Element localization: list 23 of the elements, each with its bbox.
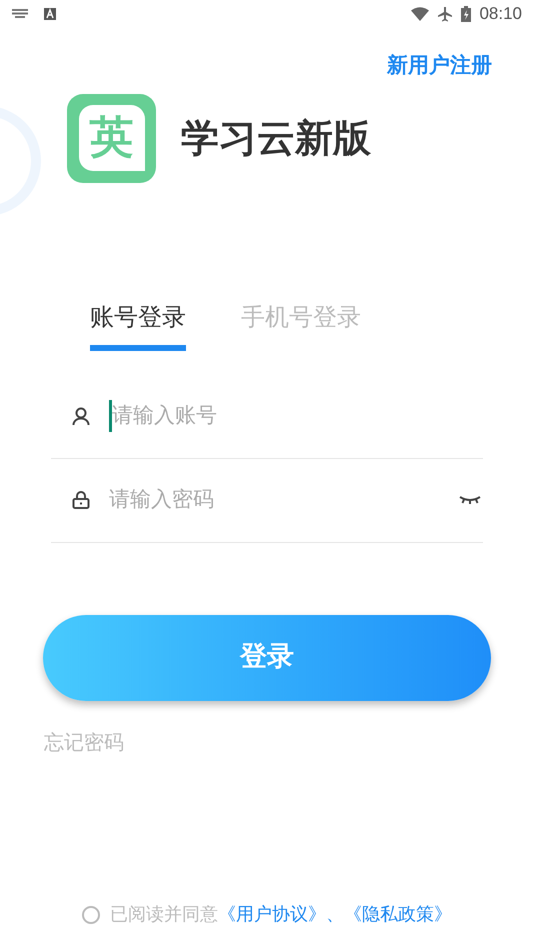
battery-icon <box>461 6 472 22</box>
clock-time: 08:10 <box>479 3 522 26</box>
eye-closed-icon[interactable] <box>459 495 481 505</box>
logo-character: 英 <box>90 116 134 160</box>
lock-icon <box>71 490 91 510</box>
text-app-icon <box>44 8 56 20</box>
forgot-password-link[interactable]: 忘记密码 <box>44 730 124 754</box>
privacy-policy-link[interactable]: 《隐私政策》 <box>344 904 452 925</box>
airplane-icon <box>437 6 454 22</box>
login-tab[interactable]: 账号登录 <box>90 298 186 350</box>
user-icon <box>71 406 91 426</box>
text-cursor <box>109 400 112 432</box>
keyboard-icon <box>12 9 28 19</box>
user-agreement-link[interactable]: 《用户协议》 <box>218 904 326 925</box>
account-field[interactable]: 请输入账号 <box>112 400 481 432</box>
login-tab[interactable]: 手机号登录 <box>241 298 361 350</box>
password-field[interactable]: 请输入密码 <box>109 484 441 516</box>
register-link[interactable]: 新用户注册 <box>387 50 492 82</box>
agreement-checkbox[interactable] <box>82 906 100 924</box>
app-title: 学习云新版 <box>181 114 371 162</box>
login-button[interactable]: 登录 <box>43 614 491 700</box>
wifi-icon <box>411 7 430 21</box>
agreement-text: 已阅读并同意《用户协议》、《隐私政策》 <box>110 903 452 927</box>
